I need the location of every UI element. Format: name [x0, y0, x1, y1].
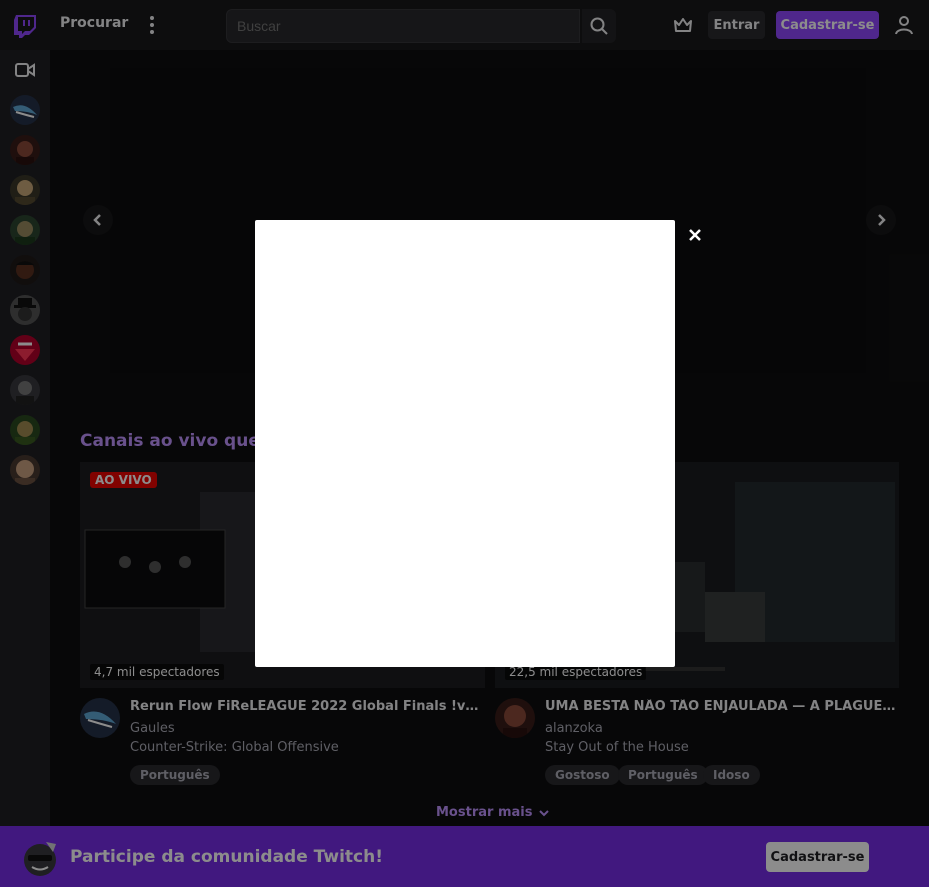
- modal-close-button[interactable]: [684, 224, 706, 246]
- modal-dialog: [255, 220, 675, 667]
- close-icon: [689, 229, 701, 241]
